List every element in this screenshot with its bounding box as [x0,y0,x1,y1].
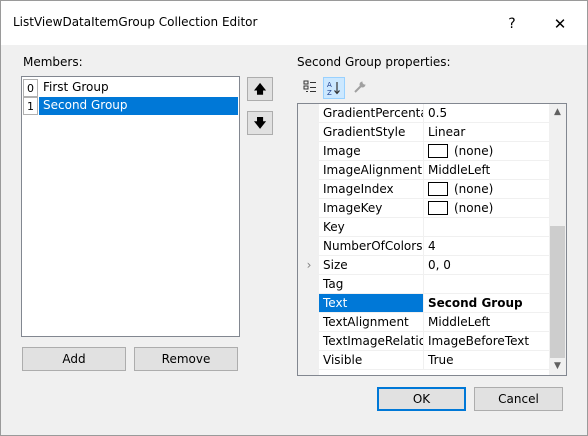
svg-text:Z: Z [327,89,332,96]
item-index: 1 [23,97,38,115]
title-bar: ListViewDataItemGroup Collection Editor … [1,1,587,45]
property-name: Key [319,218,423,237]
property-row[interactable]: Key [298,218,549,237]
property-row[interactable]: ImageIndex (none) [298,180,549,199]
property-value[interactable]: MiddleLeft [423,313,549,332]
property-row[interactable]: TextImageRelation ImageBeforeText [298,332,549,351]
move-down-button[interactable]: 🡇 [247,111,273,135]
property-value[interactable]: 0.5 [423,104,549,123]
alphabetical-button[interactable]: A Z [323,77,345,99]
property-value-text: (none) [454,201,494,215]
property-name: TextImageRelation [319,332,423,351]
svg-text:A: A [327,81,332,89]
property-row[interactable]: ImageAlignment MiddleLeft [298,161,549,180]
property-row[interactable]: GradientPercentag0.5 [298,104,549,123]
property-name: Text [319,294,423,313]
property-name: NumberOfColors [319,237,423,256]
property-name: Visible [319,351,423,370]
list-item[interactable]: 0 First Group [23,79,238,97]
property-name: Tag [319,275,423,294]
property-row[interactable]: Image (none) [298,142,549,161]
collection-editor-dialog: ListViewDataItemGroup Collection Editor … [0,0,588,436]
vertical-scrollbar[interactable]: ▲ ▼ [549,104,566,375]
image-preview-swatch [428,200,448,215]
property-value-text: (none) [454,144,494,158]
arrow-up-icon: 🡅 [253,82,267,96]
property-value[interactable]: Second Group [423,294,549,313]
help-button[interactable]: ? [491,9,533,39]
scroll-down-icon[interactable]: ▼ [549,358,566,375]
property-value[interactable]: (none) [423,199,549,218]
properties-label: Second Group properties: [297,55,451,69]
property-value[interactable]: ImageBeforeText [423,332,549,351]
property-name: GradientStyle [319,123,423,142]
property-value[interactable]: (none) [423,180,549,199]
property-row[interactable]: GradientStyle Linear [298,123,549,142]
property-value[interactable]: (none) [423,142,549,161]
property-value[interactable]: MiddleLeft [423,161,549,180]
expand-chevron-icon[interactable]: › [302,256,316,275]
add-button[interactable]: Add [22,347,126,371]
property-name: ImageKey [319,199,423,218]
property-value[interactable]: Linear [423,123,549,142]
property-row[interactable]: NumberOfColors 4 [298,237,549,256]
property-row[interactable]: ImageKey (none) [298,199,549,218]
property-row[interactable]: Visible True [298,351,549,370]
list-item[interactable]: 1 Second Group [23,97,238,115]
property-row[interactable]: Text Second Group [298,294,549,313]
scroll-thumb[interactable] [550,226,565,358]
property-row[interactable]: TextAlignment MiddleLeft [298,313,549,332]
scroll-up-icon[interactable]: ▲ [549,104,566,121]
property-row[interactable]: › Size 0, 0 [298,256,549,275]
members-list[interactable]: 0 First Group 1 Second Group [21,76,240,337]
property-row[interactable]: Tag [298,275,549,294]
members-label: Members: [23,55,83,69]
property-value-text: (none) [454,182,494,196]
window-title: ListViewDataItemGroup Collection Editor [13,15,258,29]
property-value[interactable]: True [423,351,549,370]
property-name: ImageAlignment [319,161,423,180]
property-grid-toolbar: A Z [297,77,377,101]
image-preview-swatch [428,143,448,158]
property-name: GradientPercentag [319,104,423,123]
categorized-icon [303,80,316,92]
property-value[interactable] [423,218,549,237]
item-index: 0 [23,79,38,97]
close-button[interactable]: ✕ [537,9,583,39]
image-preview-swatch [428,181,448,196]
property-name: Size [319,256,423,275]
item-name: Second Group [39,97,238,115]
property-pages-button[interactable] [349,77,371,99]
property-value[interactable] [423,275,549,294]
arrow-down-icon: 🡇 [253,116,267,130]
wrench-icon [354,81,366,93]
alphabetical-icon: A Z [327,81,340,97]
property-value[interactable]: 4 [423,237,549,256]
remove-button[interactable]: Remove [134,347,238,371]
property-name: Image [319,142,423,161]
move-up-button[interactable]: 🡅 [247,77,273,101]
item-name: First Group [43,80,109,94]
property-grid[interactable]: GradientPercentag0.5GradientStyleLinearI… [297,103,567,376]
categorized-button[interactable] [299,77,321,99]
property-name: ImageIndex [319,180,423,199]
property-value[interactable]: 0, 0 [423,256,549,275]
property-name: TextAlignment [319,313,423,332]
ok-button[interactable]: OK [377,387,466,411]
cancel-button[interactable]: Cancel [474,387,563,411]
